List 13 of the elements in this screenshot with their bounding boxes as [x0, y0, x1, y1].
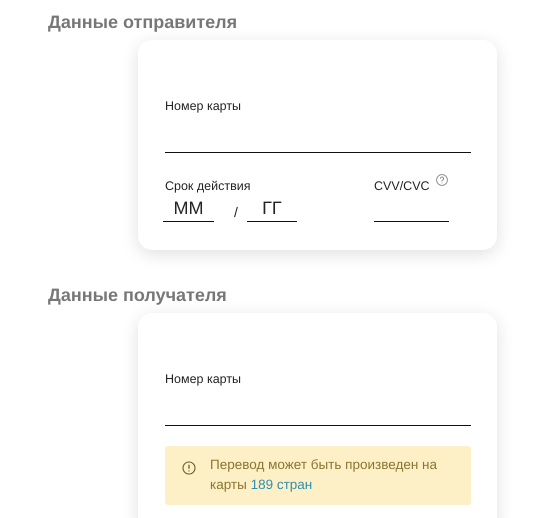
countries-link[interactable]: 189 стран — [250, 477, 312, 492]
field-label: Срок действия — [165, 178, 252, 194]
field-label: CVV/CVC — [374, 178, 430, 194]
date-separator: / — [234, 203, 238, 222]
notice-text: Перевод может быть произведен на карты 189 стран — [210, 456, 438, 494]
year-field[interactable]: ГГ — [246, 198, 297, 222]
exclamation-icon — [182, 461, 196, 475]
field-label: Номер карты — [165, 98, 242, 114]
section-title: Данные отправителя — [48, 11, 238, 34]
section-title: Данные получателя — [48, 284, 228, 307]
help-icon[interactable] — [436, 174, 448, 186]
month-field[interactable]: ММ — [163, 198, 214, 222]
field-label: Номер карты — [165, 371, 242, 387]
